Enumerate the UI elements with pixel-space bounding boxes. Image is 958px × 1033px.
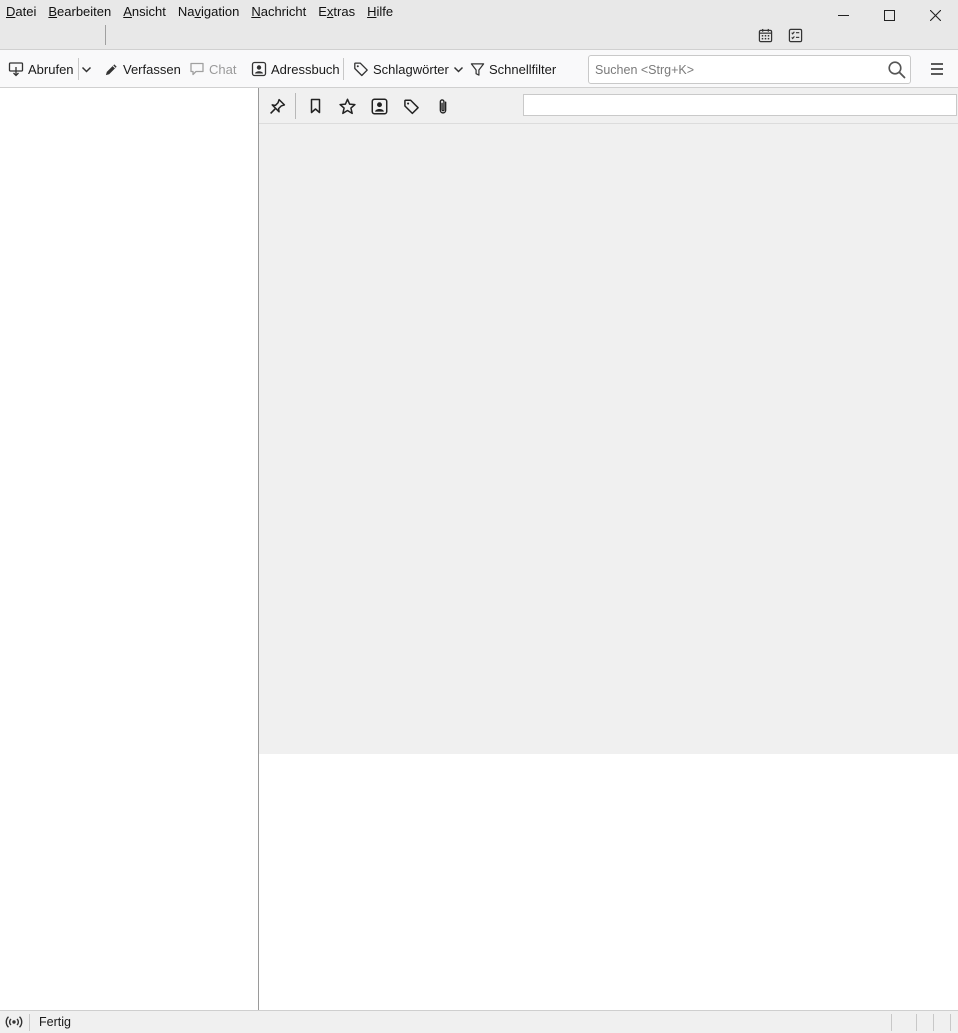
quick-filter-label: Schnellfilter — [489, 61, 557, 77]
title-bar: Datei Bearbeiten Ansicht Navigation Nach… — [0, 0, 958, 49]
tag-icon — [353, 61, 369, 77]
minimize-icon — [837, 10, 849, 21]
address-book-button[interactable]: Adressbuch — [251, 50, 340, 88]
calendar-icon[interactable] — [756, 26, 774, 44]
get-messages-icon — [8, 61, 24, 77]
sticky-pin-icon[interactable] — [267, 96, 287, 116]
search-input[interactable] — [593, 59, 887, 81]
tasks-icon[interactable] — [786, 26, 804, 44]
filter-icon — [470, 62, 485, 77]
chat-button[interactable]: Chat — [189, 50, 236, 88]
minimize-button[interactable] — [820, 0, 866, 30]
menu-bar: Datei Bearbeiten Ansicht Navigation Nach… — [0, 0, 399, 22]
menu-hilfe[interactable]: Hilfe — [361, 4, 399, 19]
folder-pane[interactable] — [0, 88, 259, 1010]
chevron-down-icon — [81, 64, 92, 75]
menu-datei[interactable]: Datei — [0, 4, 42, 19]
status-separator — [950, 1014, 951, 1031]
address-book-icon — [251, 61, 267, 77]
get-messages-split-separator — [78, 58, 79, 80]
message-pane[interactable] — [259, 754, 958, 1010]
maximize-icon — [883, 9, 895, 21]
quick-filter-button[interactable]: Schnellfilter — [470, 50, 556, 88]
tag-icon[interactable] — [401, 96, 421, 116]
maximize-button[interactable] — [866, 0, 912, 30]
app-menu-button[interactable] — [926, 59, 948, 79]
get-messages-dropdown[interactable] — [81, 50, 92, 88]
quick-filter-bar — [259, 88, 958, 124]
search-icon[interactable] — [887, 60, 907, 80]
menu-nachricht[interactable]: Nachricht — [245, 4, 312, 19]
unread-icon[interactable] — [305, 96, 325, 116]
status-separator — [891, 1014, 892, 1031]
main-toolbar: Abrufen Verfassen Chat Adressbuch Schlag… — [0, 49, 958, 88]
quick-filter-separator — [295, 93, 296, 119]
status-separator — [29, 1014, 30, 1031]
thread-pane[interactable] — [259, 124, 958, 754]
status-separator — [916, 1014, 917, 1031]
menu-navigation[interactable]: Navigation — [172, 4, 245, 19]
close-button[interactable] — [912, 0, 958, 30]
address-book-label: Adressbuch — [271, 61, 340, 77]
toolbar-separator — [343, 58, 344, 80]
menu-extras[interactable]: Extras — [312, 4, 361, 19]
status-bar: Fertig — [0, 1010, 958, 1033]
attachment-icon[interactable] — [433, 96, 453, 116]
hamburger-icon — [926, 59, 948, 79]
quick-filter-input[interactable] — [523, 94, 957, 116]
close-icon — [929, 9, 941, 21]
status-separator — [933, 1014, 934, 1031]
tags-label: Schlagwörter — [373, 61, 449, 77]
tab-separator — [105, 25, 106, 45]
get-messages-label: Abrufen — [28, 61, 74, 77]
compose-button[interactable]: Verfassen — [104, 50, 181, 88]
online-status-icon[interactable] — [5, 1014, 23, 1030]
chat-icon — [189, 61, 205, 77]
menu-ansicht[interactable]: Ansicht — [117, 4, 172, 19]
chevron-down-icon — [453, 64, 464, 75]
status-text: Fertig — [39, 1015, 71, 1029]
chat-label: Chat — [209, 61, 237, 77]
contact-icon[interactable] — [369, 96, 389, 116]
tags-button[interactable]: Schlagwörter — [353, 50, 464, 88]
starred-icon[interactable] — [337, 96, 357, 116]
menu-bearbeiten[interactable]: Bearbeiten — [42, 4, 117, 19]
compose-label: Verfassen — [123, 61, 181, 77]
pencil-icon — [104, 62, 119, 77]
search-box — [588, 55, 911, 84]
get-messages-button[interactable]: Abrufen — [8, 50, 74, 88]
